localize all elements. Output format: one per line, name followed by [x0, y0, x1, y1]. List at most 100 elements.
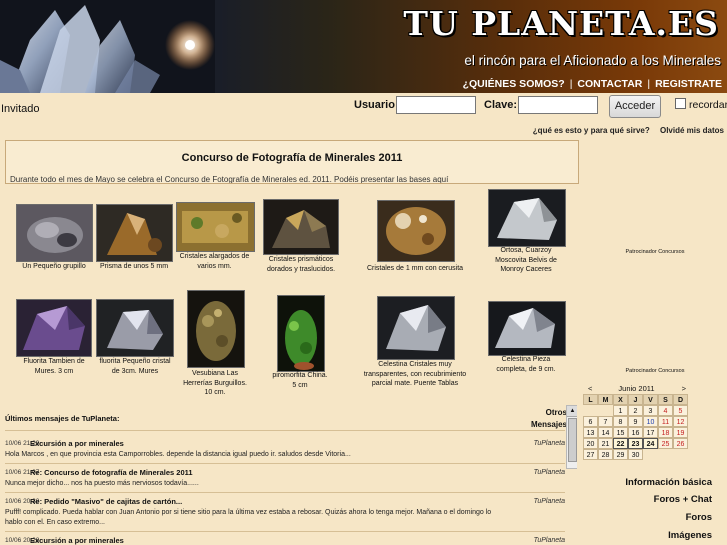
calendar-next-button[interactable]: >: [682, 384, 686, 393]
message-user[interactable]: TuPlaneta: [510, 498, 565, 505]
contest-title[interactable]: Concurso de Fotografía de Minerales 2011: [6, 152, 578, 164]
calendar-day[interactable]: 23: [628, 438, 643, 449]
calendar-header: < Junio 2011 >: [583, 382, 690, 394]
latest-messages: Últimos mensajes de TuPlaneta: Otros Mens…: [5, 405, 577, 545]
what-is-this-link[interactable]: ¿qué es esto y para qué sirve?: [533, 126, 650, 135]
photo-caption: Cristales de 1 mm con cerusita: [366, 265, 464, 272]
mineral-photo[interactable]: [96, 204, 173, 262]
calendar-day[interactable]: 1: [613, 405, 628, 416]
mineral-photo[interactable]: [488, 189, 566, 247]
calendar-day[interactable]: 11: [658, 416, 673, 427]
calendar-day[interactable]: 13: [583, 427, 598, 438]
calendar-day[interactable]: 7: [598, 416, 613, 427]
calendar-day[interactable]: 19: [673, 427, 688, 438]
calendar-day[interactable]: 15: [613, 427, 628, 438]
mineral-photo[interactable]: [263, 199, 339, 255]
forgot-data-link[interactable]: Olvidé mis datos: [660, 126, 724, 135]
calendar-day[interactable]: 14: [598, 427, 613, 438]
mineral-photo[interactable]: [16, 299, 92, 357]
photo-caption: fluorita Pequeño cristal de 3cm. Mures: [99, 358, 171, 375]
calendar-day[interactable]: 9: [628, 416, 643, 427]
calendar-empty-cell: [658, 449, 673, 460]
calendar-day[interactable]: 16: [628, 427, 643, 438]
side-menu-item[interactable]: Foros: [686, 512, 712, 523]
photo-caption: Vesubiana Las Herrerías Burguillos. 10 c…: [183, 370, 247, 396]
calendar-day[interactable]: 4: [658, 405, 673, 416]
calendar-day[interactable]: 30: [628, 449, 643, 460]
divider: [5, 463, 565, 464]
messages-scrollbar[interactable]: ▲: [566, 405, 577, 469]
photo-caption: Cristales prismáticos dorados y trasluci…: [266, 256, 336, 273]
side-menu-item[interactable]: Imágenes: [668, 530, 712, 541]
calendar-day[interactable]: 3: [643, 405, 658, 416]
calendar-empty-cell: [643, 449, 658, 460]
message-body: Nunca mejor dicho... nos ha puesto más n…: [5, 480, 199, 487]
nav-link-quienes-somos[interactable]: ¿QUIÉNES SOMOS?: [463, 78, 565, 90]
calendar-empty-cell: [598, 405, 613, 416]
calendar-day[interactable]: 6: [583, 416, 598, 427]
side-menu-item[interactable]: Foros + Chat: [654, 494, 712, 505]
crystal-banner-image: [0, 0, 215, 93]
message-title[interactable]: Re: Concurso de fotografía de Minerales …: [30, 468, 193, 477]
sponsor-label[interactable]: Patrocinador Concursos: [615, 249, 695, 255]
mineral-photo[interactable]: [16, 204, 93, 262]
calendar-day[interactable]: 5: [673, 405, 688, 416]
login-help-links: ¿qué es esto y para qué sirve? Olvidé mi…: [525, 126, 724, 135]
photo-caption: Fluorita Tambien de Mures. 3 cm: [23, 358, 85, 375]
photo-caption: Celestina Pieza completa, de 9 cm.: [496, 356, 556, 373]
side-menu-item[interactable]: Información básica: [625, 477, 712, 488]
message-body: Hola Marcos , en que provincia esta Camp…: [5, 451, 351, 458]
calendar-day[interactable]: 17: [643, 427, 658, 438]
username-input[interactable]: [396, 96, 476, 114]
nav-link-registrate[interactable]: REGISTRATE: [655, 78, 722, 90]
site-header: TU PLANETA.ES el rincón para el Aficiona…: [0, 0, 727, 93]
calendar-weekday: D: [673, 394, 688, 405]
mineral-photo[interactable]: [277, 295, 325, 372]
mineral-photo[interactable]: [187, 290, 245, 368]
calendar-day[interactable]: 18: [658, 427, 673, 438]
mineral-photo[interactable]: [488, 301, 566, 356]
scroll-thumb[interactable]: [568, 418, 577, 462]
calendar-day[interactable]: 8: [613, 416, 628, 427]
calendar-day[interactable]: 28: [598, 449, 613, 460]
site-title[interactable]: TU PLANETA.ES: [403, 4, 719, 43]
nav-separator: |: [569, 78, 573, 90]
calendar-day[interactable]: 22: [613, 438, 628, 449]
scroll-up-arrow-icon[interactable]: ▲: [567, 406, 577, 417]
calendar-day[interactable]: 26: [673, 438, 688, 449]
calendar-day[interactable]: 12: [673, 416, 688, 427]
guest-label: Invitado: [1, 103, 40, 115]
other-messages-link[interactable]: Otros Mensajes: [525, 407, 567, 431]
mineral-photo[interactable]: [96, 299, 174, 357]
calendar-day[interactable]: 10: [643, 416, 658, 427]
message-title[interactable]: Excursión a por minerales: [30, 439, 124, 448]
login-button[interactable]: Acceder: [609, 95, 661, 118]
message-title[interactable]: Excursión a por minerales: [30, 536, 124, 545]
mineral-photo[interactable]: [176, 202, 255, 252]
remember-checkbox[interactable]: [675, 98, 686, 109]
divider: [5, 492, 565, 493]
message-user[interactable]: TuPlaneta: [510, 440, 565, 447]
calendar-empty-cell: [583, 405, 598, 416]
mineral-photo[interactable]: [377, 296, 455, 360]
calendar-weekday: J: [628, 394, 643, 405]
calendar-day[interactable]: 25: [658, 438, 673, 449]
calendar-day[interactable]: 24: [643, 438, 658, 449]
message-user[interactable]: TuPlaneta: [510, 537, 565, 544]
sponsor-label[interactable]: Patrocinador Concursos: [615, 368, 695, 374]
calendar-day[interactable]: 27: [583, 449, 598, 460]
calendar-day[interactable]: 2: [628, 405, 643, 416]
message-user[interactable]: TuPlaneta: [510, 469, 565, 476]
password-input[interactable]: [518, 96, 598, 114]
nav-link-contactar[interactable]: CONTACTAR: [577, 78, 642, 90]
calendar-day[interactable]: 20: [583, 438, 598, 449]
calendar-day[interactable]: 21: [598, 438, 613, 449]
calendar-day[interactable]: 29: [613, 449, 628, 460]
mineral-photo[interactable]: [377, 200, 455, 262]
message-title[interactable]: Re: Pedido "Masivo" de cajitas de cartón…: [30, 497, 182, 506]
contest-banner: Concurso de Fotografía de Minerales 2011…: [5, 140, 579, 184]
remember-label: recordar: [689, 99, 727, 111]
calendar-weekday: S: [658, 394, 673, 405]
photo-caption: Celestina Cristales muy transparentes, c…: [363, 361, 467, 387]
photo-caption: Un Pequeño grupillo: [22, 263, 86, 270]
